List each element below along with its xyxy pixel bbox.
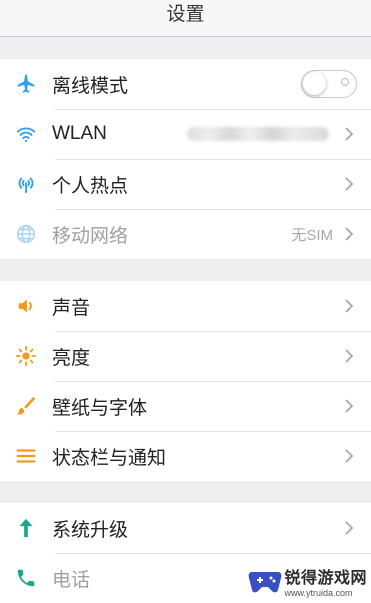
list-icon xyxy=(0,431,52,481)
row-wallpaper-font[interactable]: 壁纸与字体 xyxy=(0,381,371,431)
gamepad-logo-icon xyxy=(249,572,282,593)
arrow-up-icon xyxy=(0,503,52,553)
wlan-network-name-blurred xyxy=(187,127,329,141)
row-wlan[interactable]: WLAN xyxy=(0,109,371,159)
hotspot-icon xyxy=(0,159,52,209)
row-label: 系统升级 xyxy=(52,519,129,541)
toggle-off-indicator xyxy=(341,78,349,86)
row-mobile-network[interactable]: 移动网络 无SIM xyxy=(0,209,371,259)
page-title: 设置 xyxy=(166,3,205,25)
row-label: 壁纸与字体 xyxy=(52,397,148,419)
row-label: 状态栏与通知 xyxy=(52,447,167,469)
chevron-right-icon xyxy=(345,299,354,313)
watermark-url: www.ytruida.com xyxy=(284,588,353,598)
row-label: 声音 xyxy=(52,297,91,319)
globe-icon xyxy=(0,209,52,259)
header-bar: 设置 xyxy=(0,0,371,37)
speaker-icon xyxy=(0,281,52,331)
row-label: 离线模式 xyxy=(52,75,129,97)
row-label: 移动网络 xyxy=(52,225,129,247)
watermark-title: 锐得游戏网 xyxy=(284,570,367,587)
sim-status: 无SIM xyxy=(291,226,333,244)
group-display-sound: 声音 亮度 壁纸与字体 状态栏与通知 xyxy=(0,281,371,481)
row-hotspot[interactable]: 个人热点 xyxy=(0,159,371,209)
phone-icon xyxy=(0,553,52,603)
toggle-knob xyxy=(303,72,326,95)
chevron-right-icon xyxy=(345,521,354,535)
brush-icon xyxy=(0,381,52,431)
chevron-right-icon xyxy=(345,227,354,241)
row-sound[interactable]: 声音 xyxy=(0,281,371,331)
section-gap xyxy=(0,37,371,59)
airplane-icon xyxy=(0,59,52,109)
row-statusbar-notifications[interactable]: 状态栏与通知 xyxy=(0,431,371,481)
row-offline-mode[interactable]: 离线模式 xyxy=(0,59,371,109)
chevron-right-icon xyxy=(345,127,354,141)
row-system-update[interactable]: 系统升级 xyxy=(0,503,371,553)
chevron-right-icon xyxy=(345,349,354,363)
chevron-right-icon xyxy=(345,399,354,413)
row-label: WLAN xyxy=(52,123,107,144)
wifi-icon xyxy=(0,109,52,159)
row-brightness[interactable]: 亮度 xyxy=(0,331,371,381)
watermark: 锐得游戏网 www.ytruida.com xyxy=(248,564,367,598)
row-label: 个人热点 xyxy=(52,175,129,197)
row-label: 亮度 xyxy=(52,347,91,369)
group-connectivity: 离线模式 WLAN 个人热点 移动网络 无SIM xyxy=(0,59,371,259)
sun-icon xyxy=(0,331,52,381)
chevron-right-icon xyxy=(345,449,354,463)
chevron-right-icon xyxy=(345,177,354,191)
offline-mode-toggle[interactable] xyxy=(301,70,357,98)
section-gap xyxy=(0,481,371,503)
section-gap xyxy=(0,259,371,281)
